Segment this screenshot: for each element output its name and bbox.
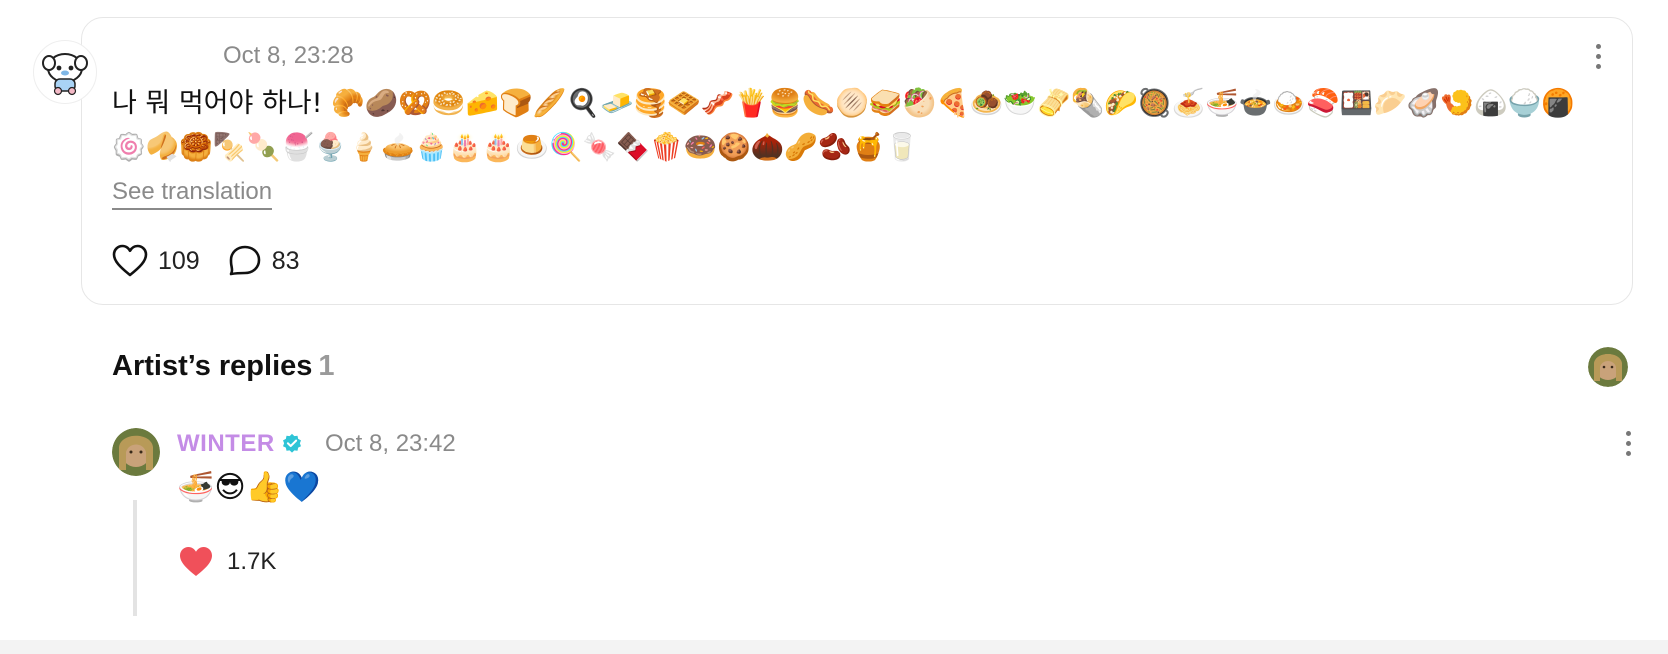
post-text: 나 뭐 먹어야 하나! 🥐🥔🥨🥯🧀🍞🥖🍳🧈🥞🧇🥓🍟🍔🌭🫓🥪🥙🍕🧆🥗🫔🌯🌮🥘🍝🍜🍲… (112, 88, 1575, 163)
more-vertical-icon (1595, 43, 1601, 49)
post-more-button[interactable] (1586, 38, 1610, 74)
artist-replies-title: Artist’s replies (112, 350, 313, 382)
reply-text: 🍜😎👍💙 (177, 470, 321, 505)
artist-replies-count: 1 (318, 350, 335, 382)
post-stats: 109 83 (112, 244, 314, 278)
reply-more-button[interactable] (1616, 425, 1640, 461)
more-dot (1595, 63, 1601, 69)
more-dot (1595, 53, 1601, 59)
artist-replies-heading: Artist’s replies 1 (112, 350, 335, 383)
artist-avatar-small[interactable] (1588, 347, 1628, 387)
thread-line (133, 500, 137, 616)
reply-author[interactable]: WINTER (177, 430, 303, 458)
reply-author-avatar[interactable] (112, 428, 160, 476)
like-count: 109 (158, 246, 200, 275)
reply-like-count: 1.7K (227, 548, 277, 575)
comment-button[interactable]: 83 (228, 244, 300, 278)
artist-photo-icon (1588, 347, 1628, 387)
post-timestamp: Oct 8, 23:28 (223, 42, 354, 69)
verified-badge-icon (282, 433, 301, 453)
reply-timestamp: Oct 8, 23:42 (325, 430, 456, 457)
reply-like-button[interactable]: 1.7K (177, 545, 276, 579)
more-dot (1625, 450, 1631, 456)
more-dot (1625, 440, 1631, 446)
avatar-character-icon (35, 42, 95, 102)
reply-author-name: WINTER (177, 430, 275, 457)
heart-filled-icon (180, 547, 212, 576)
comment-count: 83 (271, 246, 300, 275)
heart-outline-icon (112, 244, 148, 277)
like-button[interactable]: 109 (112, 244, 200, 278)
artist-photo-icon (112, 428, 160, 476)
comment-bubble-icon (229, 245, 261, 276)
user-avatar[interactable] (33, 40, 97, 104)
footer-divider (0, 640, 1668, 654)
more-vertical-icon (1625, 430, 1631, 436)
see-translation-link[interactable]: See translation (112, 178, 273, 210)
